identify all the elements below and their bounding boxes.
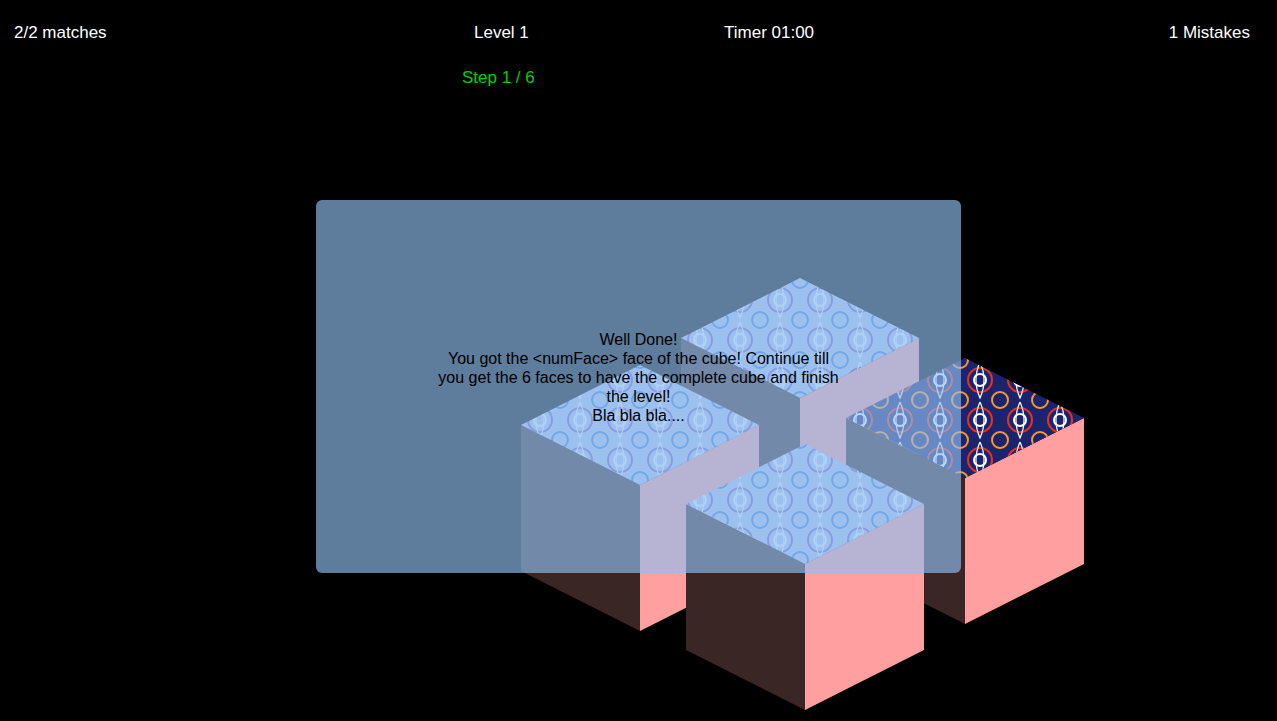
matches-counter: 2/2 matches (14, 22, 107, 44)
timer: Timer 01:00 (724, 22, 814, 44)
mistakes-counter: 1 Mistakes (1169, 22, 1250, 44)
dialog-line: the level! (606, 387, 670, 406)
message-dialog: Well Done!You got the <numFace> face of … (316, 200, 961, 573)
dialog-line: Well Done! (600, 330, 678, 349)
game-canvas: 2/2 matches Level 1 Timer 01:00 1 Mistak… (0, 0, 1277, 721)
dialog-line: You got the <numFace> face of the cube! … (448, 349, 829, 368)
dialog-line: Bla bla bla.... (592, 406, 685, 425)
step-indicator: Step 1 / 6 (462, 67, 535, 89)
level-label: Level 1 (474, 22, 529, 44)
dialog-line: you get the 6 faces to have the complete… (438, 368, 838, 387)
